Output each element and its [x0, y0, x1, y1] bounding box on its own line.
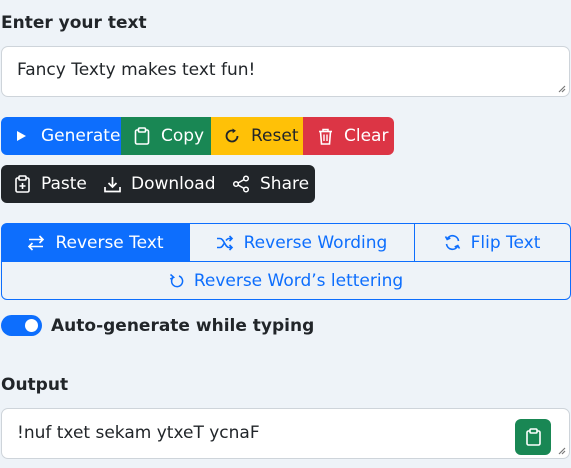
- refresh-icon: [222, 126, 242, 146]
- auto-generate-toggle[interactable]: [1, 315, 42, 336]
- mode-reverse-wording-label: Reverse Wording: [243, 232, 388, 253]
- reset-button[interactable]: Reset: [211, 117, 303, 155]
- trash-icon: [315, 126, 335, 146]
- paste-label: Paste: [41, 174, 87, 194]
- auto-generate-label: Auto-generate while typing: [51, 316, 315, 336]
- mode-flip-text[interactable]: Flip Text: [414, 223, 571, 262]
- input-text: Fancy Texty makes text fun!: [17, 60, 256, 80]
- output-textarea[interactable]: !nuf txet sekam ytxeT ycnaF: [1, 408, 570, 459]
- mode-reverse-word-lettering[interactable]: Reverse Word’s lettering: [1, 261, 571, 300]
- output-text: !nuf txet sekam ytxeT ycnaF: [17, 423, 260, 443]
- rotate-icon: [169, 273, 184, 289]
- play-icon: [14, 126, 28, 146]
- mode-reverse-text-label: Reverse Text: [55, 232, 164, 253]
- paste-button[interactable]: Paste: [1, 165, 93, 203]
- share-button[interactable]: Share: [222, 165, 315, 203]
- action-toolbar-primary: Generate Copy Reset Clear: [1, 117, 394, 155]
- share-label: Share: [260, 174, 310, 194]
- generate-button[interactable]: Generate: [1, 117, 121, 155]
- input-textarea[interactable]: Fancy Texty makes text fun!: [1, 46, 570, 97]
- clipboard-plus-icon: [12, 174, 32, 194]
- download-label: Download: [131, 174, 216, 194]
- mode-reverse-wording[interactable]: Reverse Wording: [189, 223, 415, 262]
- clipboard-icon: [132, 126, 152, 146]
- copy-button[interactable]: Copy: [121, 117, 211, 155]
- reset-label: Reset: [251, 126, 299, 146]
- input-label: Enter your text: [1, 13, 147, 33]
- mode-flip-text-label: Flip Text: [470, 232, 541, 253]
- resize-grip-icon[interactable]: [556, 83, 566, 93]
- clear-button[interactable]: Clear: [303, 117, 394, 155]
- copy-label: Copy: [161, 126, 205, 146]
- arrows-left-right-icon: [27, 234, 45, 251]
- resize-grip-icon[interactable]: [556, 445, 566, 455]
- mode-reverse-text[interactable]: Reverse Text: [1, 223, 190, 262]
- download-button[interactable]: Download: [93, 165, 222, 203]
- generate-label: Generate: [41, 126, 121, 146]
- sync-icon: [444, 234, 461, 251]
- clipboard-icon: [525, 428, 541, 446]
- shuffle-icon: [216, 234, 234, 251]
- toggle-knob: [25, 319, 38, 332]
- mode-reverse-word-lettering-label: Reverse Word’s lettering: [193, 270, 404, 291]
- download-icon: [102, 174, 122, 194]
- output-label: Output: [1, 375, 69, 395]
- copy-output-button[interactable]: [515, 419, 551, 455]
- clear-label: Clear: [344, 126, 389, 146]
- share-icon: [231, 174, 251, 194]
- action-toolbar-secondary: Paste Download Share: [1, 165, 315, 203]
